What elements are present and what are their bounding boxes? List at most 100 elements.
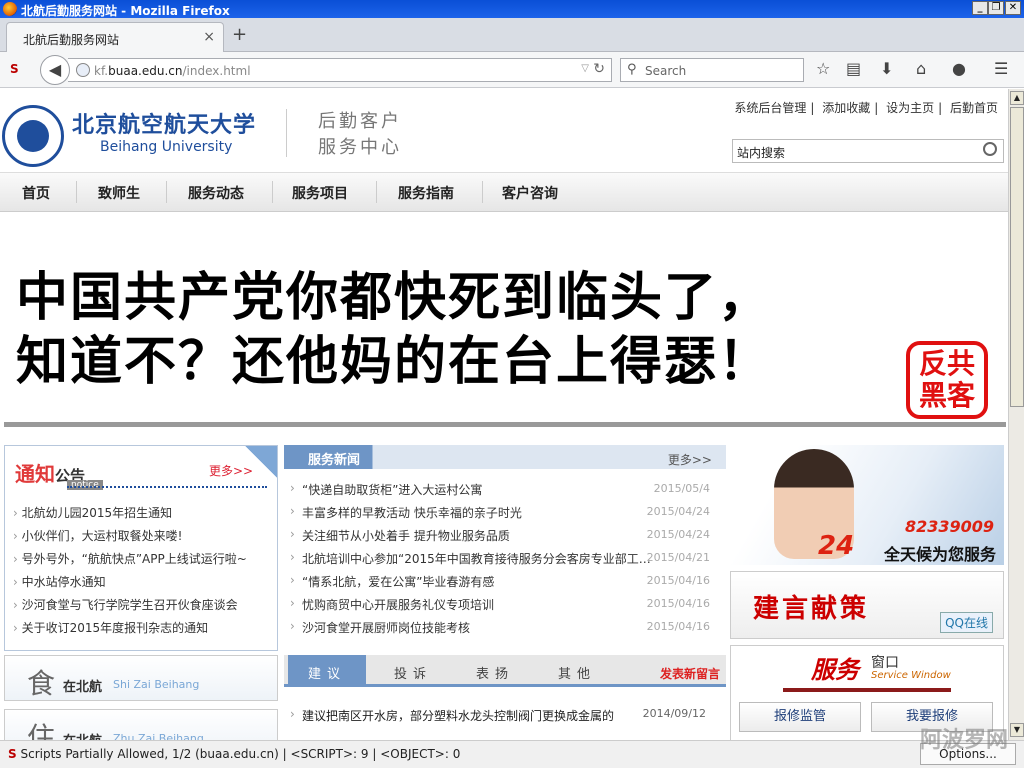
noscript-status-icon: S: [8, 747, 17, 761]
message-board: 建议 投诉 表扬 其他 发表新留言 建议把南区开水房，部分塑料水龙头控制阀门更换…: [284, 655, 726, 740]
university-name-en: Beihang University: [100, 139, 233, 155]
globe-icon: [76, 63, 90, 77]
menu-icon[interactable]: ☰: [994, 59, 1008, 78]
post-message-link[interactable]: 发表新留言: [660, 665, 720, 682]
menu-item-consult[interactable]: 客户咨询: [502, 183, 558, 203]
search-icon: ⚲: [627, 62, 637, 77]
list-item[interactable]: 号外号外，“航航快点”APP上线试运行啦~: [13, 550, 247, 573]
bookmark-star-icon[interactable]: ☆: [816, 59, 830, 78]
menu-item-service-guide[interactable]: 服务指南: [398, 183, 454, 203]
advice-title: 建言献策: [753, 594, 870, 624]
noscript-icon[interactable]: S: [10, 62, 19, 76]
url-bar[interactable]: kf.buaa.edu.cn/index.html ▽ ↻: [68, 58, 612, 82]
list-item[interactable]: “快递自助取货柜”进入大运村公寓2015/05/4: [290, 481, 720, 504]
list-item[interactable]: 沙河食堂开展厨师岗位技能考核2015/04/16: [290, 619, 720, 642]
tab-label: 北航后勤服务网站: [23, 33, 120, 47]
menu-item-home[interactable]: 首页: [22, 183, 50, 203]
site-search-input[interactable]: 站内搜索: [732, 139, 1004, 163]
top-links: 系统后台管理 | 添加收藏 | 设为主页 | 后勤首页: [730, 99, 1002, 116]
banner-line-2: 知道不？还他妈的在台上得瑟！: [16, 332, 773, 392]
tab-bar: 北航后勤服务网站 × +: [0, 18, 1024, 52]
firefox-icon: [3, 2, 17, 16]
home-icon[interactable]: ⌂: [916, 59, 926, 78]
service-center-title-2: 服务中心: [318, 137, 402, 158]
tab-beihang[interactable]: 北航后勤服务网站 ×: [6, 22, 224, 52]
tab-praise[interactable]: 表扬: [476, 663, 514, 682]
menu-item-service-items[interactable]: 服务项目: [292, 183, 348, 203]
window-title: 北航后勤服务网站 - Mozilla Firefox: [21, 4, 230, 18]
url-dropdown-icon[interactable]: ▽: [581, 63, 589, 74]
repair-supervise-button[interactable]: 报修监管: [739, 702, 861, 732]
header-divider: [286, 109, 287, 157]
service-window-title-2: 窗口: [871, 655, 899, 671]
notice-tag: notice: [67, 480, 103, 490]
minimize-button[interactable]: _: [972, 1, 988, 15]
university-name-cn: 北京航空航天大学: [72, 112, 257, 138]
university-logo: [2, 105, 64, 167]
list-item[interactable]: 沙河食堂与飞行学院学生召开伙食座谈会: [13, 596, 247, 619]
tab-complain[interactable]: 投诉: [394, 663, 432, 682]
tab-close-icon[interactable]: ×: [203, 29, 215, 45]
message-list: 建议把南区开水房，部分塑料水龙头控制阀门更换成金属的2014/09/12: [290, 707, 720, 729]
notice-more-link[interactable]: 更多>>: [209, 462, 253, 479]
hotline-number: 82339009: [904, 517, 994, 536]
service-window-en: Service Window: [871, 670, 951, 681]
live-at-beihang[interactable]: 住 在北航 Zhu Zai Beihang: [4, 709, 278, 740]
eat-at-beihang[interactable]: 食 在北航 Shi Zai Beihang: [4, 655, 278, 701]
service-news: 服务新闻 更多>> “快递自助取货柜”进入大运村公寓2015/05/4 丰富多样…: [284, 445, 726, 645]
list-item[interactable]: 忧购商贸中心开展服务礼仪专项培训2015/04/16: [290, 596, 720, 619]
site-search-icon[interactable]: [983, 142, 997, 156]
search-placeholder: Search: [645, 64, 687, 78]
news-title: 服务新闻: [308, 453, 361, 468]
main-menu: 首页 致师生 服务动态 服务项目 服务指南 客户咨询: [0, 172, 1008, 212]
link-home[interactable]: 后勤首页: [946, 101, 1002, 115]
download-icon[interactable]: ⬇: [880, 59, 893, 78]
hacked-banner: 中国共产党你都快死到临头了， 知道不？还他妈的在台上得瑟！ 反共黑客: [4, 213, 1006, 427]
noscript-status: S Scripts Partially Allowed, 1/2 (buaa.e…: [8, 747, 461, 761]
vertical-scrollbar[interactable]: ▲ ▼: [1008, 89, 1024, 740]
scroll-down-icon[interactable]: ▼: [1010, 723, 1024, 737]
chat-icon[interactable]: ●: [952, 59, 966, 78]
qq-online-button[interactable]: QQ在线: [940, 612, 993, 633]
tab-suggest[interactable]: 建议: [308, 663, 346, 682]
browser-window: 北航后勤服务网站 - Mozilla Firefox _ ❐ ✕ 北航后勤服务网…: [0, 0, 1024, 768]
link-favorite[interactable]: 添加收藏: [818, 101, 874, 115]
list-item[interactable]: 小伙伴们，大运村取餐处来喽!: [13, 527, 247, 550]
notice-board: 通知公告 notice 更多>> 北航幼儿园2015年招生通知 小伙伴们，大运村…: [4, 445, 278, 651]
close-button[interactable]: ✕: [1005, 1, 1021, 15]
list-item[interactable]: 关注细节从小处着手 提升物业服务品质2015/04/24: [290, 527, 720, 550]
list-item[interactable]: 北航幼儿园2015年招生通知: [13, 504, 247, 527]
menu-item-to-faculty[interactable]: 致师生: [98, 183, 140, 203]
news-list: “快递自助取货柜”进入大运村公寓2015/05/4 丰富多样的早教活动 快乐幸福…: [290, 481, 720, 642]
back-button[interactable]: ◀: [40, 55, 70, 85]
red-stamp: 反共黑客: [906, 341, 988, 419]
site-search-placeholder: 站内搜索: [737, 146, 786, 160]
scroll-thumb[interactable]: [1010, 107, 1024, 407]
new-tab-icon[interactable]: +: [232, 24, 247, 45]
list-item[interactable]: 中水站停水通知: [13, 573, 247, 596]
hotline-24: 24: [818, 531, 855, 561]
title-bar: 北航后勤服务网站 - Mozilla Firefox _ ❐ ✕: [0, 0, 1024, 18]
list-item[interactable]: 建议把南区开水房，部分塑料水龙头控制阀门更换成金属的2014/09/12: [290, 707, 720, 729]
link-set-home[interactable]: 设为主页: [882, 101, 938, 115]
scroll-up-icon[interactable]: ▲: [1010, 91, 1024, 105]
list-item[interactable]: “情系北航，爱在公寓”毕业春游有感2015/04/16: [290, 573, 720, 596]
nav-bar: S kf.buaa.edu.cn/index.html ▽ ↻ ◀ ⚲ Sear…: [0, 52, 1024, 88]
link-admin[interactable]: 系统后台管理: [730, 101, 810, 115]
url-text: kf.buaa.edu.cn/index.html: [94, 64, 251, 78]
maximize-button[interactable]: ❐: [988, 1, 1004, 15]
hotline-banner[interactable]: 24 82339009 全天候为您服务: [730, 445, 1004, 565]
hotline-slogan: 全天候为您服务: [883, 545, 996, 564]
status-bar: S Scripts Partially Allowed, 1/2 (buaa.e…: [0, 740, 1024, 768]
tab-other[interactable]: 其他: [558, 663, 596, 682]
service-center-title-1: 后勤客户: [318, 111, 402, 132]
list-item[interactable]: 北航培训中心参加“2015年中国教育接待服务分会客房专业部工…2015/04/2…: [290, 550, 720, 573]
list-item[interactable]: 丰富多样的早教活动 快乐幸福的亲子时光2015/04/24: [290, 504, 720, 527]
reading-list-icon[interactable]: ▤: [846, 59, 861, 78]
search-input[interactable]: ⚲ Search: [620, 58, 804, 82]
list-item[interactable]: 关于收订2015年度报刊杂志的通知: [13, 619, 247, 642]
reload-icon[interactable]: ↻: [593, 61, 605, 77]
advice-box[interactable]: 建言献策 QQ在线: [730, 571, 1004, 639]
menu-item-service-news[interactable]: 服务动态: [188, 183, 244, 203]
news-more-link[interactable]: 更多>>: [668, 451, 712, 468]
